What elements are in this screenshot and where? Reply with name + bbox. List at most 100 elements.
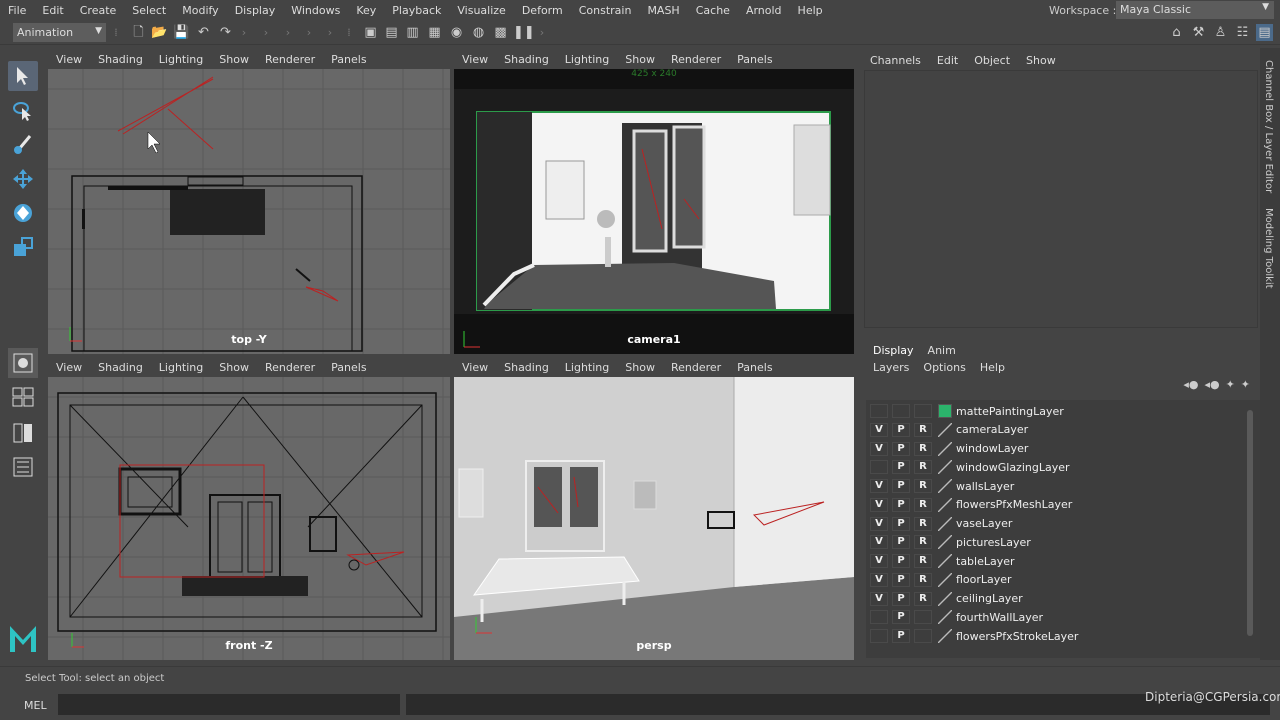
tab-modeling-toolkit[interactable]: Modeling Toolkit xyxy=(1263,208,1274,289)
layer-v-toggle[interactable] xyxy=(870,404,888,418)
layer-r-toggle[interactable]: R xyxy=(914,460,932,475)
menu-cache[interactable]: Cache xyxy=(688,4,738,17)
viewport-menu-show[interactable]: Show xyxy=(211,53,257,66)
move-tool-icon[interactable] xyxy=(8,164,38,194)
paint-select-tool-icon[interactable] xyxy=(8,130,38,160)
save-scene-icon[interactable]: 💾 xyxy=(173,24,190,41)
layer-p-toggle[interactable]: P xyxy=(892,610,910,625)
layer-v-toggle[interactable] xyxy=(870,610,888,625)
viewport-menu-view[interactable]: View xyxy=(454,53,496,66)
command-input[interactable] xyxy=(58,694,400,715)
viewport-menu-panels[interactable]: Panels xyxy=(323,361,374,374)
viewport-menu-view[interactable]: View xyxy=(48,361,90,374)
menu-playback[interactable]: Playback xyxy=(384,4,449,17)
layer-row[interactable]: V P RceilingLayer xyxy=(866,590,1244,608)
viewport-menu-show[interactable]: Show xyxy=(617,361,663,374)
human-ik-icon[interactable]: ♙ xyxy=(1212,24,1229,41)
viewport-menu-shading[interactable]: Shading xyxy=(90,361,151,374)
viewport-menu-panels[interactable]: Panels xyxy=(323,53,374,66)
open-scene-icon[interactable]: 📂 xyxy=(151,24,168,41)
undo-icon[interactable]: ↶ xyxy=(195,24,212,41)
ipr-render-icon[interactable]: ▥ xyxy=(404,24,421,41)
layer-row[interactable]: V P RflowersPfxMeshLayer xyxy=(866,496,1244,514)
layer-v-toggle[interactable]: V xyxy=(870,572,888,587)
layer-p-toggle[interactable]: P xyxy=(892,572,910,587)
layer-p-toggle[interactable]: P xyxy=(892,554,910,568)
layer-menu-layers[interactable]: Layers xyxy=(866,361,916,374)
layer-p-toggle[interactable]: P xyxy=(892,422,910,437)
layer-menu-options[interactable]: Options xyxy=(916,361,972,374)
menu-create[interactable]: Create xyxy=(72,4,125,17)
layer-r-toggle[interactable] xyxy=(914,610,932,625)
layer-v-toggle[interactable]: V xyxy=(870,479,888,493)
layer-p-toggle[interactable]: P xyxy=(892,460,910,475)
layer-p-toggle[interactable]: P xyxy=(892,479,910,493)
viewport-menu-lighting[interactable]: Lighting xyxy=(557,361,617,374)
menu-mash[interactable]: MASH xyxy=(639,4,687,17)
layer-r-toggle[interactable]: R xyxy=(914,497,932,512)
layer-p-toggle[interactable]: P xyxy=(892,535,910,550)
viewport-menu-panels[interactable]: Panels xyxy=(729,361,780,374)
menu-file[interactable]: File xyxy=(0,4,34,17)
layer-r-toggle[interactable]: R xyxy=(914,572,932,587)
viewport-menu-show[interactable]: Show xyxy=(211,361,257,374)
outliner-layout-icon[interactable] xyxy=(8,418,38,448)
layer-row[interactable]: V P RcameraLayer xyxy=(866,421,1244,439)
viewport-menu-renderer[interactable]: Renderer xyxy=(257,53,323,66)
menu-windows[interactable]: Windows xyxy=(283,4,348,17)
layer-r-toggle[interactable]: R xyxy=(914,554,932,568)
front-view-canvas[interactable] xyxy=(48,377,450,660)
viewport-menu-lighting[interactable]: Lighting xyxy=(151,361,211,374)
layer-row[interactable]: V P RpicturesLayer xyxy=(866,533,1244,551)
layer-row[interactable]: mattePaintingLayer xyxy=(866,402,1244,420)
layer-r-toggle[interactable]: R xyxy=(914,422,932,437)
viewport-menu-shading[interactable]: Shading xyxy=(496,361,557,374)
four-view-layout-icon[interactable] xyxy=(8,382,38,412)
layer-r-toggle[interactable]: R xyxy=(914,441,932,456)
layer-color-swatch[interactable] xyxy=(938,497,952,512)
layer-p-toggle[interactable]: P xyxy=(892,629,910,643)
layer-row[interactable]: P RwindowGlazingLayer xyxy=(866,458,1244,476)
layer-p-toggle[interactable]: P xyxy=(892,441,910,456)
layer-r-toggle[interactable] xyxy=(914,404,932,418)
layer-p-toggle[interactable]: P xyxy=(892,497,910,512)
menu-visualize[interactable]: Visualize xyxy=(449,4,513,17)
channel-menu-show[interactable]: Show xyxy=(1018,54,1064,67)
viewport-persp[interactable]: View Shading Lighting Show Renderer Panels pe… xyxy=(454,357,854,660)
layer-color-swatch[interactable] xyxy=(938,535,952,550)
render-settings-icon[interactable]: ▦ xyxy=(426,24,443,41)
layer-row[interactable]: V P RwindowLayer xyxy=(866,440,1244,458)
camera-view-canvas[interactable]: 425 x 240 xyxy=(454,69,854,354)
layer-v-toggle[interactable]: V xyxy=(870,497,888,512)
attribute-editor-icon[interactable]: ⚒ xyxy=(1190,24,1207,41)
select-tool-icon[interactable] xyxy=(8,61,38,91)
layer-color-swatch[interactable] xyxy=(938,422,952,437)
menu-deform[interactable]: Deform xyxy=(514,4,571,17)
layer-color-swatch[interactable] xyxy=(938,479,952,493)
viewport-menu-lighting[interactable]: Lighting xyxy=(151,53,211,66)
viewport-menu-panels[interactable]: Panels xyxy=(729,53,780,66)
viewport-menu-shading[interactable]: Shading xyxy=(90,53,151,66)
pause-icon[interactable]: ❚❚ xyxy=(513,24,535,41)
channel-menu-edit[interactable]: Edit xyxy=(929,54,966,67)
menu-set-select[interactable]: Animation ▼ xyxy=(13,23,106,42)
single-perspective-view-icon[interactable] xyxy=(8,348,38,378)
new-empty-layer-icon[interactable]: ✦ xyxy=(1226,378,1235,391)
layer-p-toggle[interactable] xyxy=(892,404,910,418)
render-view-icon[interactable]: ◍ xyxy=(470,24,487,41)
layer-menu-help[interactable]: Help xyxy=(973,361,1012,374)
render-icon[interactable]: ▣ xyxy=(362,24,379,41)
layer-v-toggle[interactable]: V xyxy=(870,422,888,437)
workspace-select[interactable]: Maya Classic ▼ xyxy=(1116,1,1274,19)
tool-settings-icon[interactable]: ☷ xyxy=(1234,24,1251,41)
top-view-canvas[interactable] xyxy=(48,69,450,354)
viewport-menu-show[interactable]: Show xyxy=(617,53,663,66)
menu-select[interactable]: Select xyxy=(124,4,174,17)
layer-list-scrollbar[interactable] xyxy=(1247,410,1253,636)
viewport-top[interactable]: View Shading Lighting Show Renderer Panels to… xyxy=(48,49,450,354)
menu-key[interactable]: Key xyxy=(348,4,384,17)
channel-box[interactable] xyxy=(864,70,1258,328)
layer-color-swatch[interactable] xyxy=(938,404,952,418)
layer-color-swatch[interactable] xyxy=(938,554,952,568)
layer-r-toggle[interactable] xyxy=(914,629,932,643)
